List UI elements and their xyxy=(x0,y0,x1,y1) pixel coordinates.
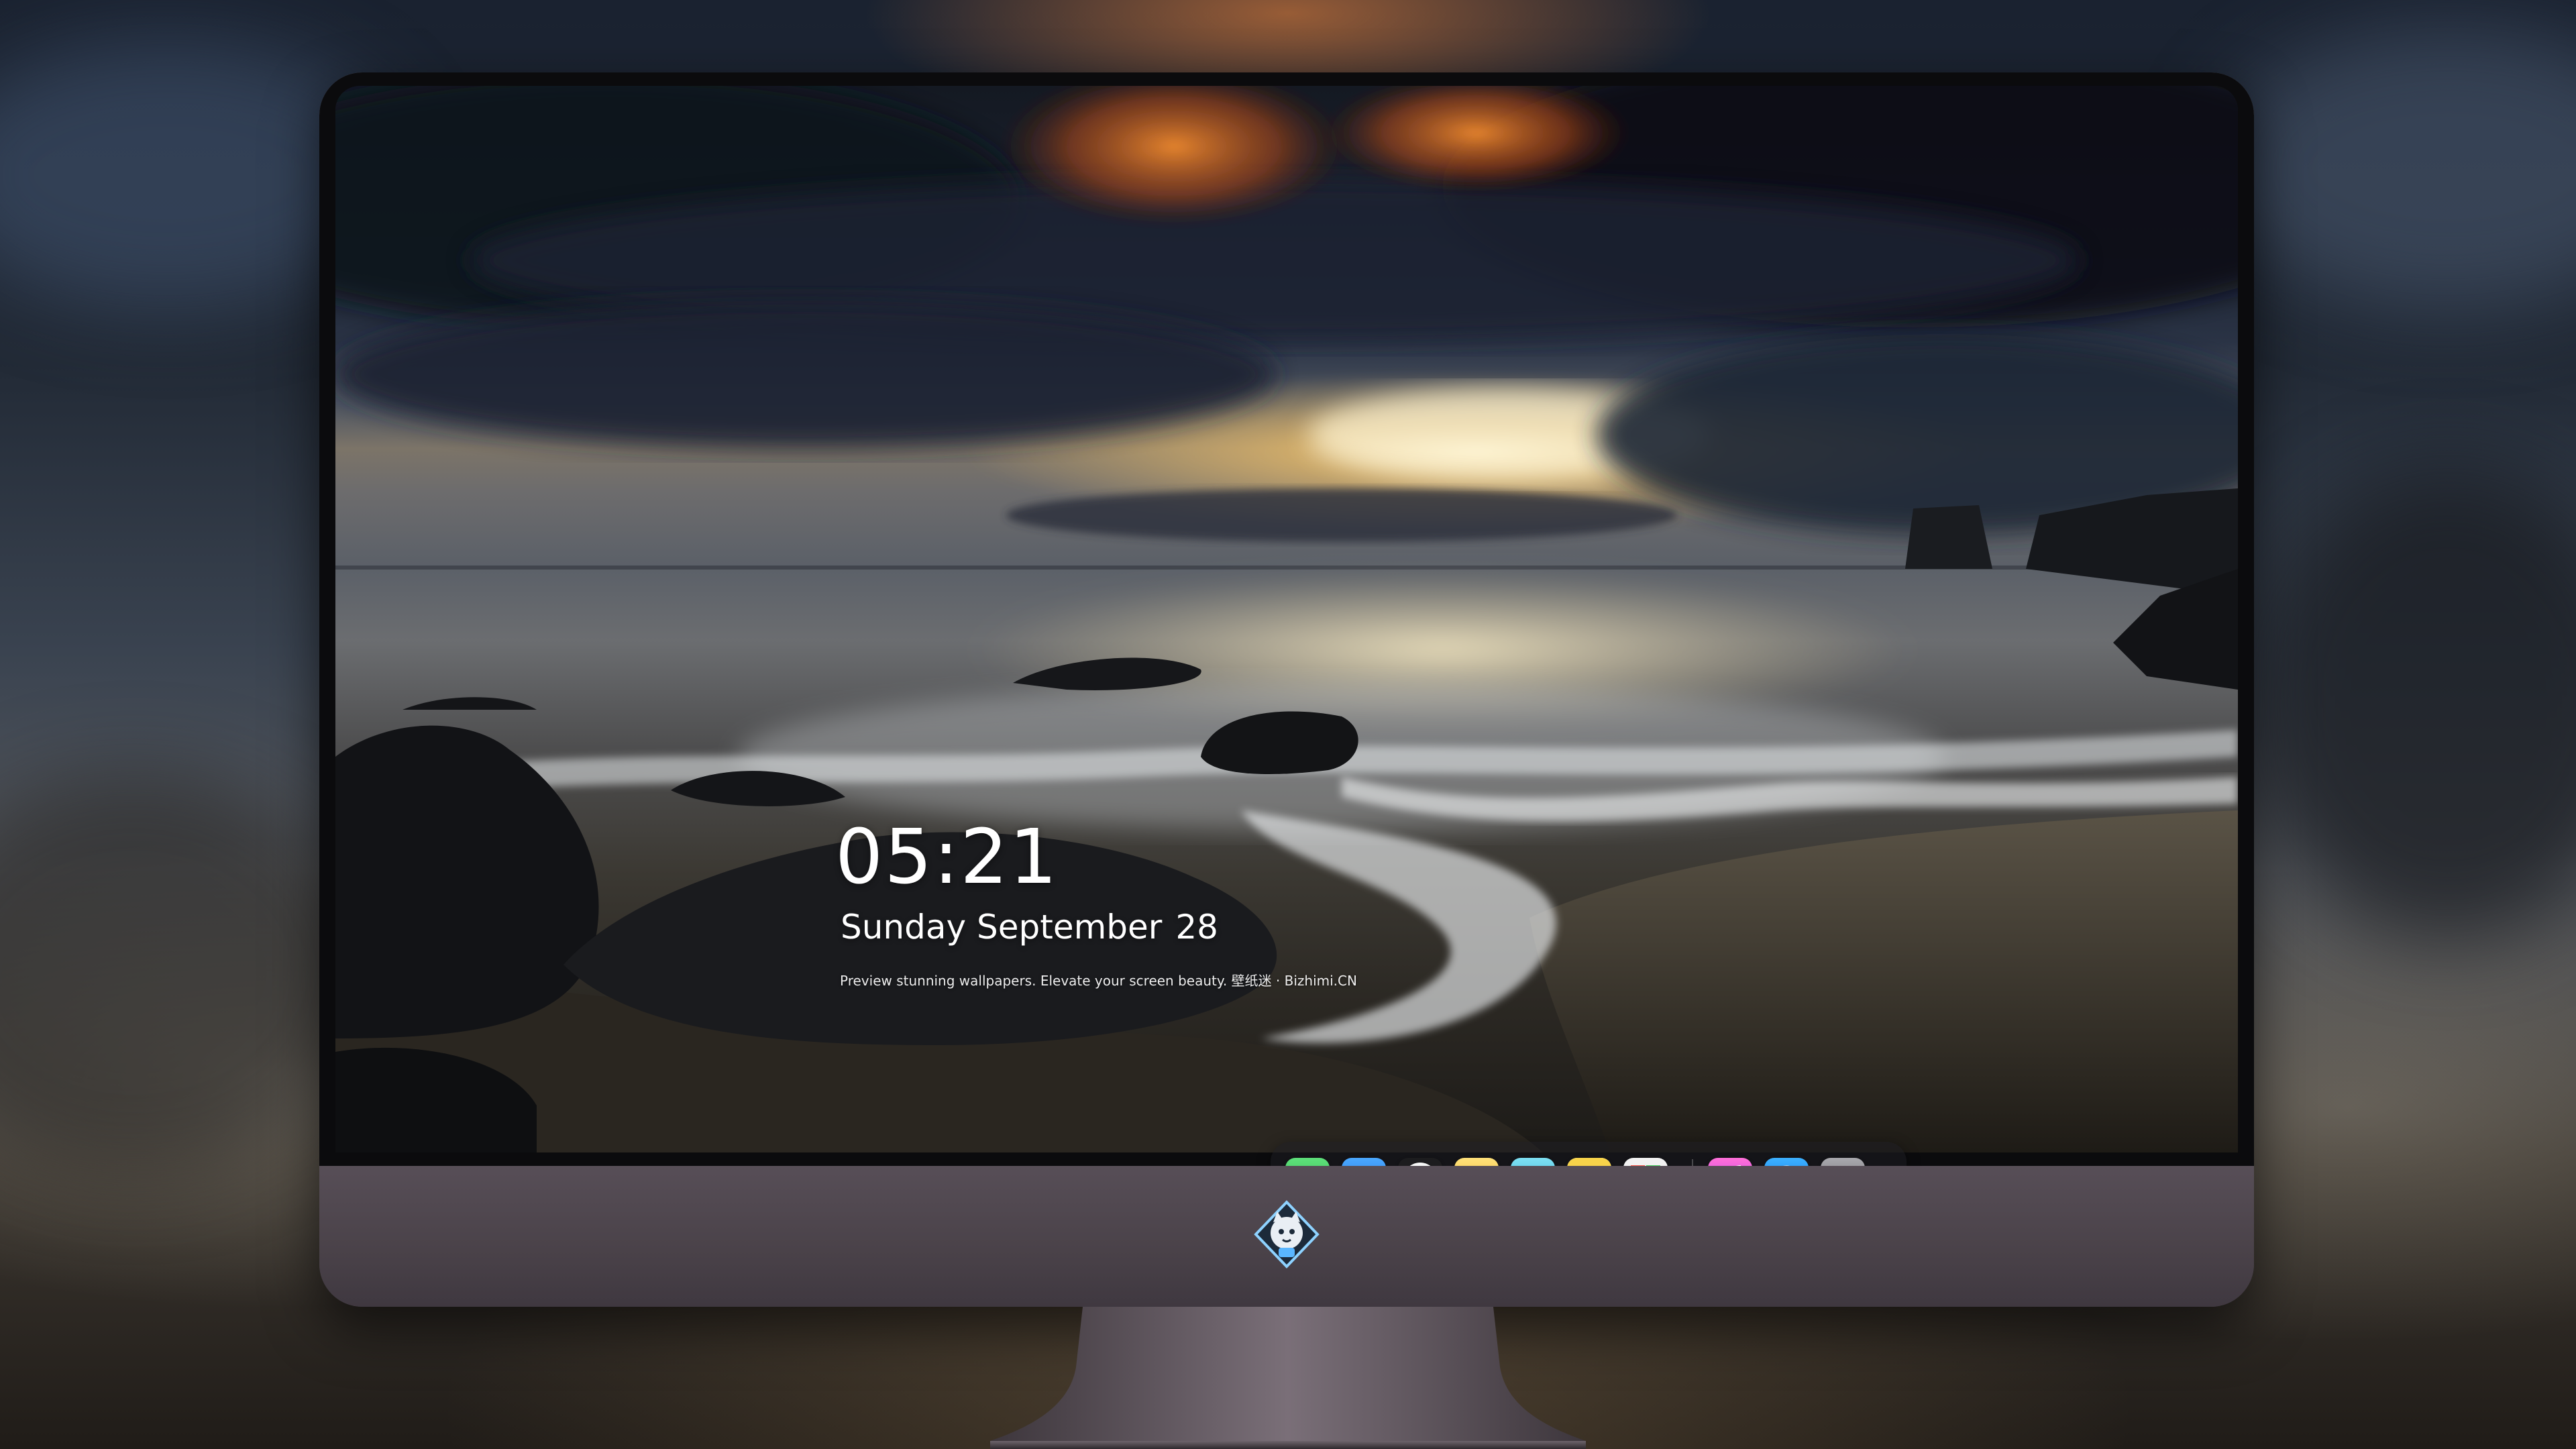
imac-monitor: 05:21 Sunday September 28 Preview stunnin… xyxy=(319,72,2254,1307)
date-weekday-month: Sunday September xyxy=(841,908,1163,947)
wallpaper-caption: Preview stunning wallpapers. Elevate you… xyxy=(840,973,1357,989)
monitor-stand xyxy=(990,1307,1586,1449)
desktop-background: 05:21 Sunday September 28 Preview stunnin… xyxy=(0,0,2576,1449)
lock-screen-time: 05:21 xyxy=(835,814,1059,901)
lock-screen: 05:21 Sunday September 28 Preview stunnin… xyxy=(335,86,2238,1152)
mascot-logo-icon xyxy=(1252,1199,1322,1269)
lock-screen-date: Sunday September 28 xyxy=(841,908,1218,947)
wallpaper-seascape xyxy=(335,86,2238,1152)
date-day: 28 xyxy=(1175,908,1218,947)
